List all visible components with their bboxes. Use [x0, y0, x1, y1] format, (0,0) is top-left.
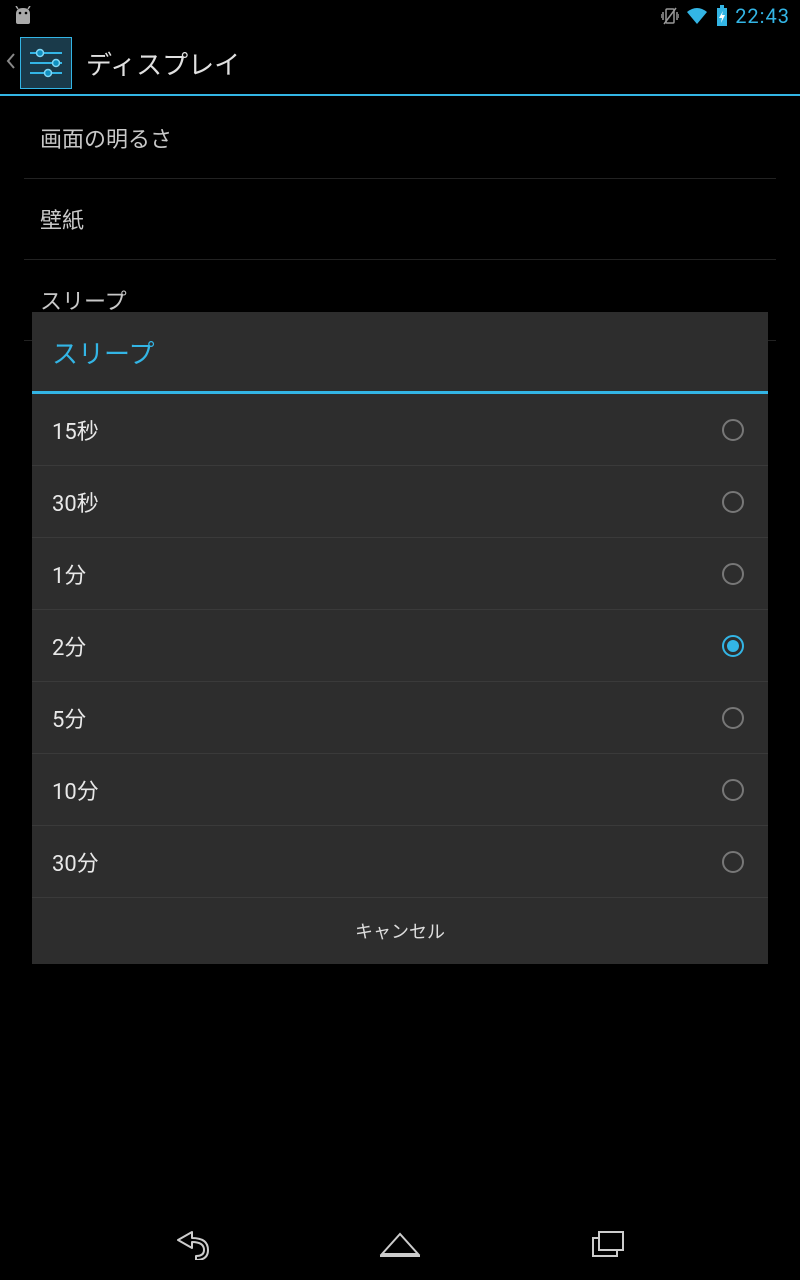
dialog-option-label: 30秒 — [52, 486, 99, 518]
recents-button[interactable] — [584, 1220, 632, 1268]
action-bar: ディスプレイ — [0, 32, 800, 96]
sleep-dialog: スリープ 15秒 30秒 1分 2分 5分 10分 30分 キャンセル — [32, 312, 768, 964]
radio-icon — [722, 779, 744, 801]
dialog-option[interactable]: 2分 — [32, 610, 768, 682]
dialog-option[interactable]: 1分 — [32, 538, 768, 610]
dialog-option[interactable]: 30秒 — [32, 466, 768, 538]
back-button[interactable] — [168, 1220, 216, 1268]
dialog-option-label: 15秒 — [52, 414, 99, 446]
radio-icon — [722, 563, 744, 585]
dialog-option[interactable]: 10分 — [32, 754, 768, 826]
navigation-bar — [0, 1208, 800, 1280]
radio-icon — [722, 851, 744, 873]
dialog-option-list: 15秒 30秒 1分 2分 5分 10分 30分 — [32, 394, 768, 898]
dialog-option-label: 1分 — [52, 558, 86, 590]
dialog-option-label: 5分 — [52, 702, 86, 734]
dialog-title: スリープ — [32, 312, 768, 394]
status-clock: 22:43 — [735, 4, 790, 28]
status-bar: 22:43 — [0, 0, 800, 32]
dialog-option-label: 10分 — [52, 774, 99, 806]
radio-icon — [722, 419, 744, 441]
up-button[interactable]: ディスプレイ — [6, 37, 240, 89]
settings-app-icon — [20, 37, 72, 89]
home-button[interactable] — [376, 1220, 424, 1268]
cancel-button[interactable]: キャンセル — [32, 898, 768, 964]
page-title: ディスプレイ — [86, 45, 240, 82]
vibrate-icon — [661, 6, 679, 26]
dialog-option-label: 2分 — [52, 630, 86, 662]
wifi-icon — [685, 6, 709, 26]
dialog-option[interactable]: 15秒 — [32, 394, 768, 466]
android-debug-icon — [10, 6, 36, 26]
radio-icon — [722, 635, 744, 657]
radio-icon — [722, 707, 744, 729]
chevron-left-icon — [6, 53, 16, 73]
radio-icon — [722, 491, 744, 513]
dialog-overlay: スリープ 15秒 30秒 1分 2分 5分 10分 30分 キャンセル — [0, 98, 800, 1208]
dialog-option[interactable]: 5分 — [32, 682, 768, 754]
battery-charging-icon — [715, 5, 729, 27]
dialog-option-label: 30分 — [52, 846, 99, 878]
dialog-option[interactable]: 30分 — [32, 826, 768, 898]
